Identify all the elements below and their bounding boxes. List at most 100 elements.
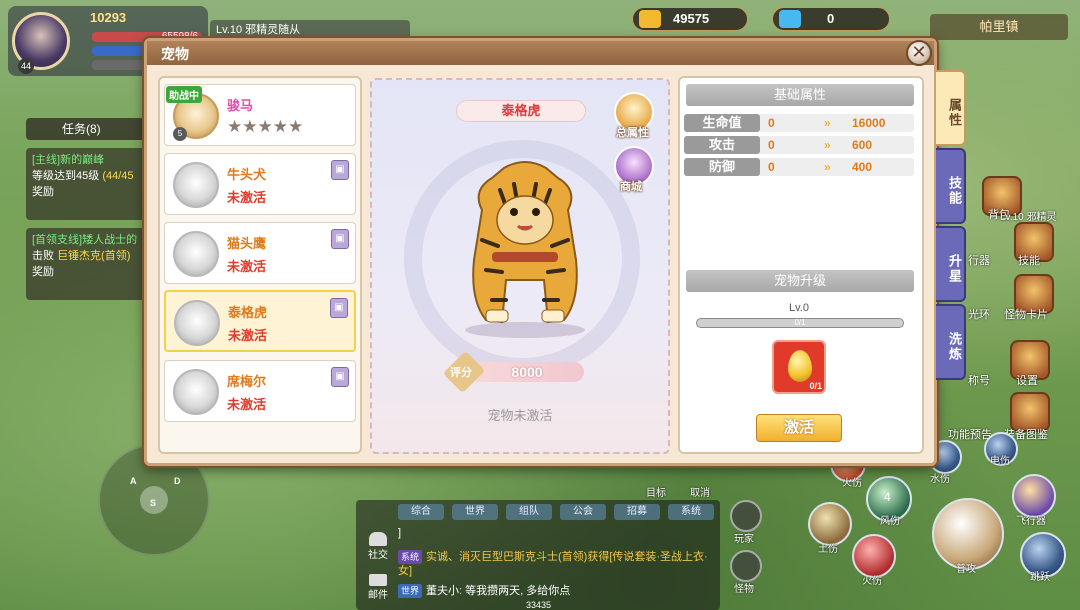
attributes-panel bbox=[678, 76, 924, 454]
pet-upgrade-header: 宠物升级 bbox=[686, 270, 914, 292]
aircraft-label: 行器 bbox=[968, 255, 990, 267]
pet-name: 骏马 bbox=[227, 98, 254, 113]
stat-row-hp: 生命值 0 » 16000 bbox=[684, 114, 914, 132]
quest-side[interactable]: [首领支线]矮人战士的 击败 巨锤杰克(首领) 奖励 bbox=[26, 228, 154, 300]
pet-name-plate: 泰格虎 bbox=[456, 100, 586, 122]
earth-skill-label: 土伤 bbox=[818, 544, 838, 555]
pet-card-owl[interactable]: 猫头鹰 未激活 ▣ bbox=[164, 222, 356, 284]
chat-message: 系统 实诚、消灭巨型巴斯克斗士(首领)获得[传说套装·圣战上衣·女] bbox=[398, 550, 708, 578]
pet-dialog-title: 宠物 bbox=[161, 46, 189, 62]
pet-name: 泰格虎 bbox=[228, 305, 268, 320]
chat-panel[interactable]: 综合 世界 组队 公会 招募 系统 社交 邮件 ] 系统 实诚、消灭巨型巴斯克斗士… bbox=[356, 500, 720, 610]
pet-status: 未激活 bbox=[227, 259, 267, 274]
wind-skill-count: 4 bbox=[884, 490, 891, 504]
gold-currency[interactable]: 49575 bbox=[632, 7, 748, 31]
pet-card-ximeier[interactable]: 席梅尔 未激活 ▣ bbox=[164, 360, 356, 422]
fire2-skill-label: 火伤 bbox=[862, 576, 882, 587]
cancel-target-button[interactable]: 取消 bbox=[690, 484, 710, 499]
mail-button[interactable]: 邮件 bbox=[364, 574, 392, 601]
tab-skills[interactable]: 技能 bbox=[936, 148, 966, 224]
social-button[interactable]: 社交 bbox=[364, 532, 392, 561]
quest-main-desc: 等级达到45级 bbox=[32, 170, 100, 182]
mail-label: 邮件 bbox=[368, 590, 388, 601]
shop-label: 商城 bbox=[620, 181, 642, 193]
diamond-icon bbox=[779, 10, 801, 28]
stat-label: 攻击 bbox=[684, 136, 760, 154]
target-info[interactable]: Lv.10 邪精灵随从 bbox=[210, 20, 410, 40]
chat-tab-team[interactable]: 组队 bbox=[506, 504, 552, 520]
chat-message: 世界 董夫小: 等我攒两天, 多给你点 bbox=[398, 584, 708, 598]
score-bar: 8000 bbox=[470, 362, 584, 382]
tab-refine[interactable]: 洗炼 bbox=[936, 304, 966, 380]
chat-message-text: 董夫小: 等我攒两天, 多给你点 bbox=[426, 585, 571, 597]
close-button[interactable]: ✕ bbox=[906, 40, 932, 66]
lock-icon: ▣ bbox=[331, 160, 349, 180]
total-attributes-label: 总属性 bbox=[616, 127, 649, 139]
stat-row-defense: 防御 0 » 400 bbox=[684, 158, 914, 176]
gold-icon bbox=[639, 10, 661, 28]
jump-label: 跳跃 bbox=[1030, 572, 1050, 583]
pet-egg-item[interactable]: 0/1 bbox=[772, 340, 826, 394]
normal-attack-label: 普攻 bbox=[956, 564, 976, 575]
electric-skill-label: 电伤 bbox=[990, 456, 1010, 467]
combat-power: 10293 bbox=[90, 10, 127, 25]
tab-attributes[interactable]: 属性 bbox=[936, 70, 966, 146]
stat-next: 600 bbox=[852, 138, 873, 152]
pet-stars: ★★★★★ bbox=[227, 117, 304, 136]
tab-star-up[interactable]: 升星 bbox=[936, 226, 966, 302]
stat-next: 400 bbox=[852, 160, 873, 174]
pet-name: 猫头鹰 bbox=[227, 236, 267, 251]
stat-next: 16000 bbox=[852, 116, 886, 130]
quest-tab[interactable]: 任务(8) bbox=[26, 118, 154, 140]
lock-icon: ▣ bbox=[331, 229, 349, 249]
chevron-right-icon: » bbox=[824, 138, 831, 152]
pet-card-tiger[interactable]: 泰格虎 未激活 ▣ bbox=[164, 290, 356, 352]
pet-avatar bbox=[173, 162, 219, 208]
joystick-d: D bbox=[174, 476, 181, 486]
quest-main[interactable]: [主线]新的巅峰 等级达到45级 (44/45 奖励 bbox=[26, 148, 154, 220]
chat-tab-recruit[interactable]: 招募 bbox=[614, 504, 660, 520]
chat-tab-world[interactable]: 世界 bbox=[452, 504, 498, 520]
chevron-right-icon: » bbox=[824, 160, 831, 174]
stat-label: 生命值 bbox=[684, 114, 760, 132]
chat-message-text: 实诚、消灭巨型巴斯克斗士(首领)获得[传说套装·圣战上衣·女] bbox=[398, 551, 708, 577]
pet-level-badge: 5 bbox=[173, 127, 187, 141]
monster-card-label: 怪物卡片 bbox=[1004, 309, 1048, 321]
activate-button[interactable]: 激活 bbox=[756, 414, 842, 442]
egg-count: 0/1 bbox=[809, 381, 822, 391]
target-button[interactable]: 目标 bbox=[646, 484, 666, 499]
player-level-badge: 44 bbox=[18, 58, 34, 74]
quest-main-progress: (44/45 bbox=[102, 170, 134, 182]
diamond-currency[interactable]: 0 bbox=[772, 7, 890, 31]
chat-tab-all[interactable]: 综合 bbox=[398, 504, 444, 520]
pet-dialog-header: 宠物 bbox=[147, 41, 934, 65]
score-tag-label: 评分 bbox=[450, 367, 472, 379]
pet-status: 未激活 bbox=[227, 397, 267, 412]
upgrade-progress-bar: 0/1 bbox=[696, 318, 904, 328]
quest-side-desc: 击败 bbox=[32, 250, 54, 262]
chat-tab-guild[interactable]: 公会 bbox=[560, 504, 606, 520]
location-label[interactable]: 帕里镇 bbox=[930, 14, 1068, 40]
chat-footer-number: 33435 bbox=[526, 600, 552, 610]
social-icon bbox=[369, 532, 387, 546]
monster-target-button[interactable] bbox=[730, 550, 762, 582]
title-label: 称号 bbox=[968, 375, 990, 387]
chat-tab-system[interactable]: 系统 bbox=[668, 504, 714, 520]
monster-target-label: 怪物 bbox=[734, 584, 754, 595]
basic-attributes-header: 基础属性 bbox=[686, 84, 914, 106]
pet-card-junma[interactable]: 助战中 5 骏马 ★★★★★ bbox=[164, 84, 356, 146]
pet-avatar bbox=[174, 300, 220, 346]
joystick-a: A bbox=[130, 476, 137, 486]
lock-icon: ▣ bbox=[330, 298, 348, 318]
world-level-tag: Lv.10 邪精灵 bbox=[1000, 212, 1057, 223]
aircraft-skill-label: 飞行器 bbox=[1016, 516, 1046, 527]
stat-current: 0 bbox=[768, 116, 775, 130]
fighting-badge: 助战中 bbox=[166, 86, 202, 103]
player-target-button[interactable] bbox=[730, 500, 762, 532]
pet-card-bulldog[interactable]: 牛头犬 未激活 ▣ bbox=[164, 153, 356, 215]
aura-label: 光环 bbox=[968, 309, 990, 321]
chat-message: ] bbox=[398, 527, 402, 539]
tiger-pet-model bbox=[465, 161, 585, 338]
pet-status: 未激活 bbox=[228, 328, 268, 343]
quest-side-reward: 奖励 bbox=[32, 266, 54, 278]
